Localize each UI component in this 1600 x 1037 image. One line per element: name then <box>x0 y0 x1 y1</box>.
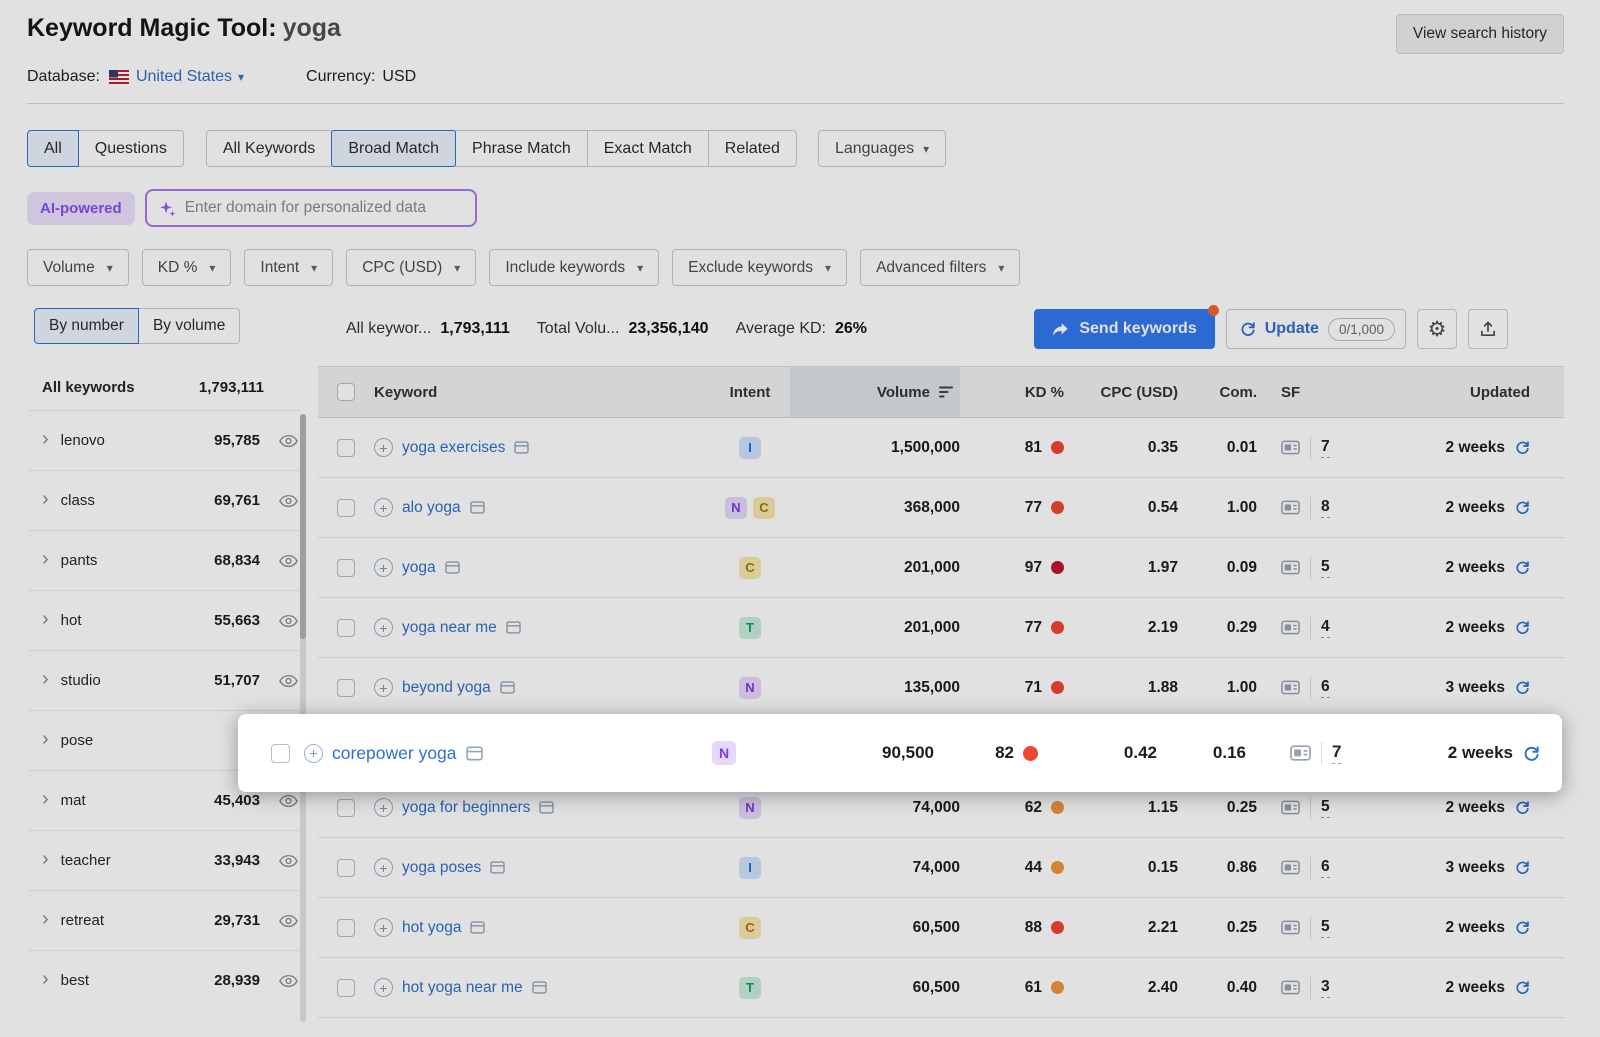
refresh-icon[interactable] <box>1523 745 1540 762</box>
kd-value: 82 <box>995 743 1014 763</box>
sf-count[interactable]: 7 <box>1332 742 1341 764</box>
kd-difficulty-dot <box>1023 746 1038 761</box>
highlighted-row-corepower-yoga[interactable]: + corepower yoga N 90,500 82 0.42 0.16 7… <box>238 714 1562 792</box>
cpc-value: 0.42 <box>1044 743 1169 763</box>
keyword-link[interactable]: corepower yoga <box>332 743 457 764</box>
intent-badge-navigational: N <box>712 741 736 765</box>
add-keyword-icon[interactable]: + <box>304 744 323 763</box>
row-checkbox[interactable] <box>271 744 290 763</box>
divider <box>1321 742 1322 764</box>
serp-snapshot-icon[interactable] <box>466 746 483 761</box>
serp-features-icon[interactable] <box>1290 745 1311 761</box>
competition-value: 0.16 <box>1169 743 1254 763</box>
tutorial-dim-overlay <box>0 0 1600 1037</box>
updated-value: 2 weeks <box>1448 743 1513 763</box>
volume-value: 90,500 <box>764 743 934 763</box>
